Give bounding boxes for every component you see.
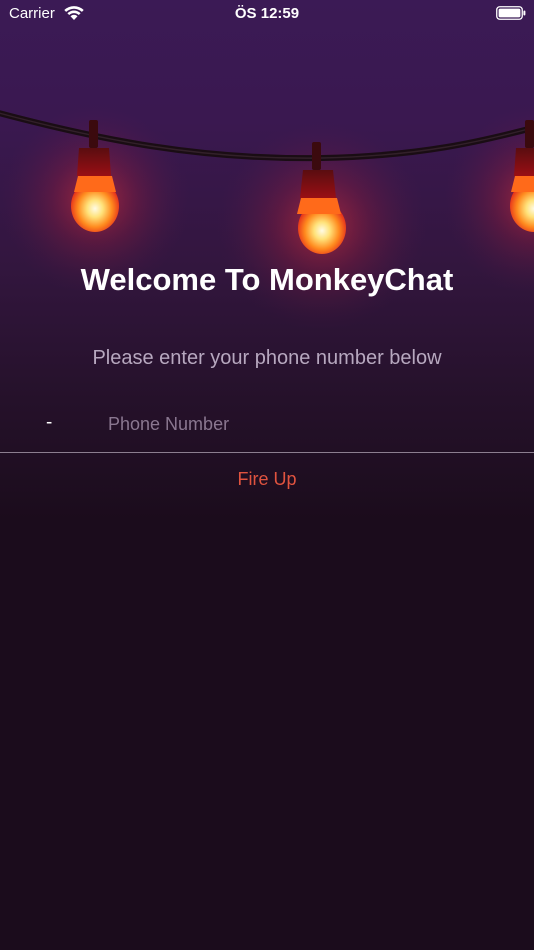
phone-number-input[interactable] — [108, 408, 508, 440]
string-lights-illustration — [0, 105, 534, 330]
welcome-subtitle: Please enter your phone number below — [92, 347, 442, 369]
login-screen: Carrier ÖS 12:59 Welcome To MonkeyChat P… — [0, 0, 534, 950]
status-time: ÖS 12:59 — [234, 5, 300, 22]
battery-icon — [496, 6, 526, 20]
input-underline — [0, 452, 534, 453]
welcome-title: Welcome To MonkeyChat — [80, 262, 454, 297]
fire-up-button[interactable]: Fire Up — [200, 464, 334, 494]
country-code-selector[interactable]: - — [46, 412, 52, 434]
status-bar: Carrier ÖS 12:59 — [0, 0, 534, 28]
